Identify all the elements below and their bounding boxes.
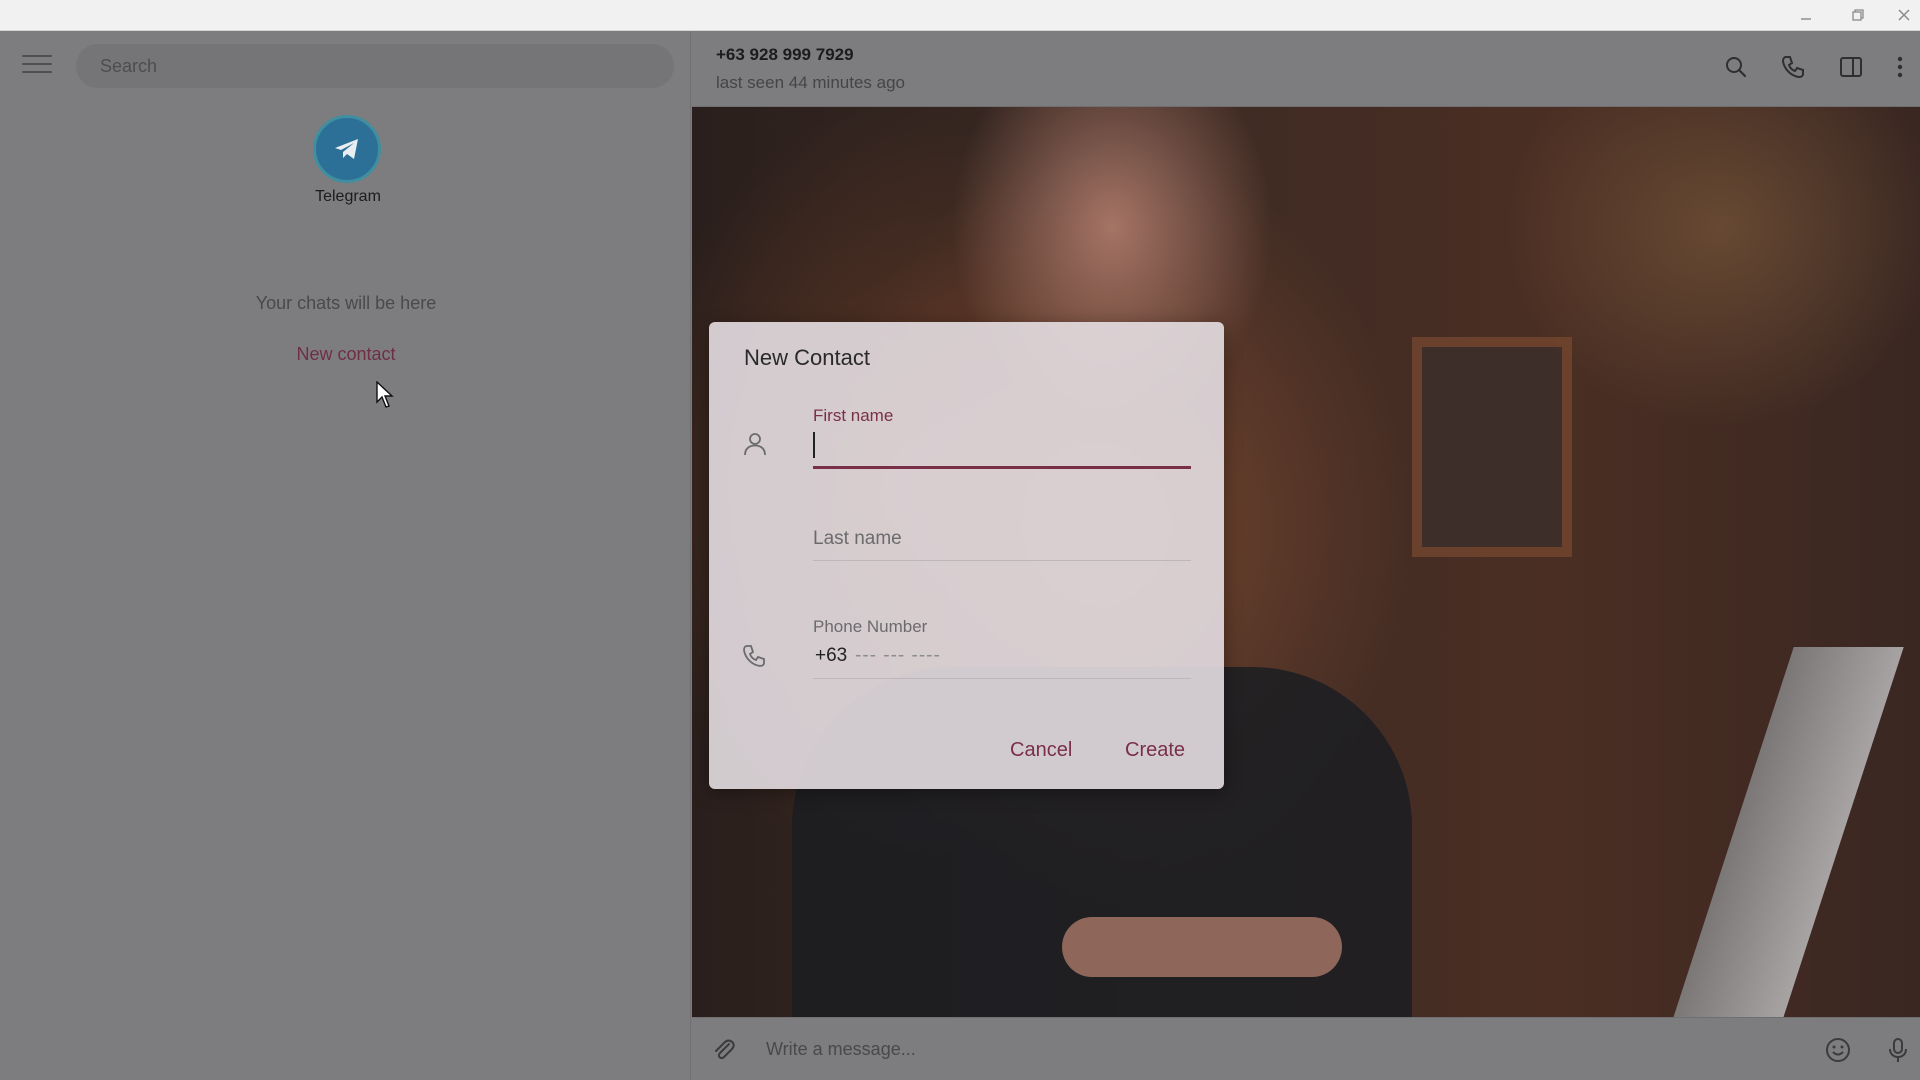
chat-header: +63 928 999 7929 last seen 44 minutes ag…	[692, 31, 1920, 107]
minimize-button[interactable]	[1782, 0, 1830, 30]
app-name: Telegram	[315, 188, 381, 205]
dialog-title: New Contact	[744, 345, 870, 370]
sidebar-toggle-icon[interactable]	[1835, 51, 1867, 83]
window-titlebar	[0, 0, 1920, 31]
background-hands-decor	[1062, 917, 1342, 977]
menu-icon-bar	[22, 55, 52, 57]
first-name-underline	[813, 466, 1191, 469]
close-button[interactable]	[1880, 0, 1920, 30]
last-name-underline	[813, 560, 1191, 561]
more-vertical-icon[interactable]	[1884, 51, 1916, 83]
create-button[interactable]: Create	[1125, 739, 1185, 762]
chat-status: last seen 44 minutes ago	[716, 73, 906, 92]
menu-button[interactable]	[22, 55, 52, 77]
chat-title[interactable]: +63 928 999 7929	[716, 45, 854, 65]
search-icon[interactable]	[1720, 51, 1752, 83]
restore-icon	[1852, 9, 1864, 21]
new-contact-link[interactable]: New contact	[250, 344, 442, 365]
background-window-decor	[1412, 337, 1572, 557]
mouse-cursor-icon	[376, 381, 394, 408]
chat-list-panel: Telegram Your chats will be here New con…	[0, 31, 691, 1080]
phone-number-label: Phone Number	[813, 617, 928, 636]
person-icon	[740, 429, 770, 459]
phone-icon	[740, 642, 770, 672]
new-contact-dialog: New Contact First name Phone Number +63 …	[709, 322, 1224, 789]
phone-country-code[interactable]: +63	[815, 645, 847, 667]
menu-icon-bar	[22, 63, 52, 65]
message-composer	[692, 1017, 1920, 1080]
attach-icon[interactable]	[708, 1034, 740, 1066]
background-laptop-decor	[1670, 647, 1904, 1017]
text-caret	[813, 432, 815, 458]
phone-icon[interactable]	[1777, 51, 1809, 83]
empty-chats-text: Your chats will be here	[255, 293, 437, 313]
cancel-button[interactable]: Cancel	[1010, 739, 1072, 762]
first-name-field[interactable]	[813, 428, 1191, 462]
phone-underline	[813, 678, 1191, 679]
first-name-label: First name	[813, 406, 894, 425]
minimize-icon	[1801, 18, 1811, 20]
telegram-logo-icon	[313, 115, 381, 183]
search-input[interactable]	[76, 44, 674, 88]
phone-number-field[interactable]: --- --- ----	[855, 645, 941, 667]
close-icon	[1898, 9, 1910, 21]
menu-icon-bar	[22, 71, 52, 73]
restore-button[interactable]	[1834, 0, 1882, 30]
last-name-field[interactable]	[813, 522, 1191, 556]
microphone-icon[interactable]	[1882, 1034, 1914, 1066]
message-input[interactable]	[766, 1032, 1766, 1066]
search-box[interactable]	[76, 44, 674, 88]
emoji-icon[interactable]	[1822, 1034, 1854, 1066]
